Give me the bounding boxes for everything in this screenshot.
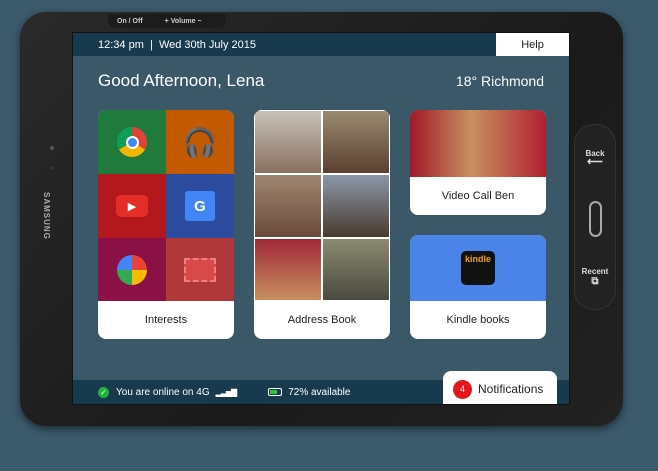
recent-label: Recent bbox=[581, 267, 609, 276]
volume-button[interactable]: + Volume − bbox=[165, 18, 202, 25]
video-call-tile[interactable]: Video Call Ben bbox=[410, 110, 546, 215]
notifications-label: Notifications bbox=[478, 382, 544, 396]
online-status: You are online on 4G bbox=[116, 386, 210, 398]
signal-icon: ▂▃▅▇ bbox=[215, 387, 238, 397]
weather: 18° Richmond bbox=[455, 73, 544, 89]
contact-photo bbox=[322, 238, 390, 301]
contact-photo bbox=[322, 174, 390, 238]
back-arrow-icon: ⟵ bbox=[587, 156, 603, 168]
battery-icon bbox=[268, 388, 283, 396]
video-call-label: Video Call Ben bbox=[441, 190, 515, 202]
contact-photo bbox=[254, 174, 322, 238]
translate-icon: G bbox=[166, 174, 234, 238]
home-button[interactable] bbox=[589, 201, 602, 237]
address-book-tile[interactable]: Address Book bbox=[254, 110, 390, 339]
top-bar: 12:34 pm | Wed 30th July 2015 bbox=[73, 33, 569, 56]
sensor-dot bbox=[50, 146, 54, 150]
brand-logo: SAMSUNG bbox=[42, 192, 51, 240]
chrome-icon bbox=[98, 110, 166, 174]
notification-count-badge: 4 bbox=[453, 379, 472, 399]
address-book-label: Address Book bbox=[287, 314, 357, 326]
navigation-bar: Back ⟵ Recent ⧉ bbox=[574, 124, 616, 310]
datetime: 12:34 pm | Wed 30th July 2015 bbox=[98, 38, 256, 51]
recent-apps-icon: ⧉ bbox=[591, 276, 599, 287]
photos-icon bbox=[98, 238, 166, 301]
kindle-label: Kindle books bbox=[446, 314, 510, 326]
headphones-icon: 🎧 bbox=[166, 110, 234, 174]
back-button[interactable]: Back ⟵ bbox=[575, 149, 615, 168]
recent-button[interactable]: Recent ⧉ bbox=[575, 267, 615, 287]
interests-label: Interests bbox=[144, 314, 188, 326]
power-button[interactable]: On / Off bbox=[117, 18, 143, 25]
hardware-buttons: On / Off + Volume − bbox=[108, 14, 226, 28]
screen: 12:34 pm | Wed 30th July 2015 Help Good … bbox=[72, 32, 570, 405]
notifications-button[interactable]: 4 Notifications bbox=[443, 371, 557, 404]
interests-tile[interactable]: 🎧 ▶ G Interests bbox=[98, 110, 234, 339]
contact-photo bbox=[254, 110, 322, 174]
help-button[interactable]: Help bbox=[496, 33, 569, 56]
online-check-icon: ✓ bbox=[98, 386, 109, 398]
movies-icon bbox=[166, 238, 234, 301]
kindle-banner: kindle bbox=[410, 235, 546, 301]
battery-status: 72% available bbox=[288, 386, 351, 398]
youtube-icon: ▶ bbox=[98, 174, 166, 238]
greeting: Good Afternoon, Lena bbox=[98, 71, 265, 90]
contact-photo bbox=[410, 110, 546, 177]
contact-photo bbox=[254, 238, 322, 301]
kindle-tile[interactable]: kindle Kindle books bbox=[410, 235, 546, 339]
kindle-icon: kindle bbox=[461, 251, 495, 285]
camera-icon bbox=[50, 166, 54, 170]
contact-photo bbox=[322, 110, 390, 174]
